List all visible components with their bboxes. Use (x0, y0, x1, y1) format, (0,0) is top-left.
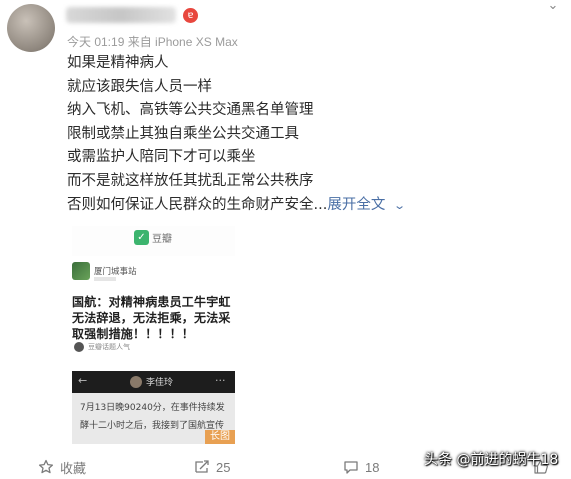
douban-app-label: 豆瓣 (152, 233, 172, 245)
expand-full-text-link[interactable]: 展开全文 (327, 197, 385, 213)
long-image-badge: 长图 (205, 430, 235, 444)
vip-badge-icon: ɐ (183, 8, 198, 23)
embedded-chat-screenshot: ← 李佳玲 ··· 7月13日晚90240分，在事件持续发 酵十二小时之后，我接… (72, 371, 235, 444)
post-line: 如果是精神病人 (67, 55, 169, 71)
embedded-headline: 国航：对精神病患员工牛宇虹无法辞退，无法拒乘，无法采取强制措施！！！！！ (72, 295, 231, 341)
back-arrow-icon: ← (78, 374, 88, 387)
post-line: 纳入飞机、高铁等公共交通黑名单管理 (67, 102, 314, 119)
post-line-last: 否则如何保证人民群众的生命财产安全...展开全文 ⌄ (67, 194, 406, 218)
chat-topbar: ← 李佳玲 ··· (72, 371, 235, 393)
weibo-post: ɐ ⌄ 今天 01:19 来自 iPhone XS Max 如果是精神病人 就应… (0, 0, 571, 479)
more-options-button[interactable]: ⌄ (543, 0, 563, 14)
douban-app-icon: ✓ (134, 229, 149, 245)
favorite-button[interactable]: 收藏 (38, 455, 86, 479)
footer-text: 豆瓣话题人气 (88, 343, 130, 351)
source-subline (94, 277, 116, 281)
post-image[interactable]: ✓ 豆瓣 厦门城事站 国航：对精神病患员工牛宇虹无法辞退，无法拒乘，无法采取强制… (72, 226, 235, 444)
chevron-down-icon[interactable]: ⌄ (393, 194, 406, 218)
star-icon (38, 459, 54, 475)
post-line: 而不是就这样放任其扰乱正常公共秩序 (67, 172, 314, 189)
repost-count: 25 (216, 459, 231, 475)
post-line: 就应该跟失信人员一样 (67, 78, 212, 95)
post-line: 或需监护人陪同下才可以乘坐 (67, 149, 256, 166)
source-name: 厦门城事站 (94, 267, 137, 277)
repost-button[interactable]: 25 (194, 455, 230, 479)
embedded-news-card: 厦门城事站 国航：对精神病患员工牛宇虹无法辞退，无法拒乘，无法采取强制措施！！！… (72, 256, 235, 388)
post-line-text: 否则如何保证人民群众的生命财产安全... (67, 196, 328, 213)
embedded-footer: 豆瓣话题人气 (74, 342, 130, 352)
chat-contact-name: 李佳玲 (146, 378, 174, 388)
watermark: 头条 @前进的蜗牛18 (424, 452, 559, 468)
more-dots-icon: ··· (215, 374, 226, 387)
footer-avatar (74, 342, 84, 352)
post-meta: 今天 01:19 来自 iPhone XS Max (67, 35, 238, 49)
post-body: 如果是精神病人 就应该跟失信人员一样 纳入飞机、高铁等公共交通黑名单管理 限制或… (67, 52, 406, 218)
repost-icon (194, 459, 210, 475)
favorite-label: 收藏 (60, 460, 87, 476)
comment-button[interactable]: 18 (343, 455, 379, 479)
username-blurred[interactable] (66, 7, 176, 23)
comment-count: 18 (365, 459, 380, 475)
comment-icon (343, 459, 359, 475)
chat-contact: 李佳玲 (130, 375, 173, 388)
chat-text-line: 酵十二小时之后，我接到了国航宣传 (80, 421, 225, 431)
source-logo-icon (72, 262, 90, 280)
douban-badge: ✓ 豆瓣 (134, 228, 172, 246)
post-line: 限制或禁止其独自乘坐公共交通工具 (67, 125, 299, 142)
chat-text-line: 7月13日晚90240分，在事件持续发 (80, 403, 225, 413)
chat-avatar (130, 375, 142, 388)
chat-body: 7月13日晚90240分，在事件持续发 酵十二小时之后，我接到了国航宣传 长图 (72, 393, 235, 444)
avatar[interactable] (7, 4, 55, 52)
